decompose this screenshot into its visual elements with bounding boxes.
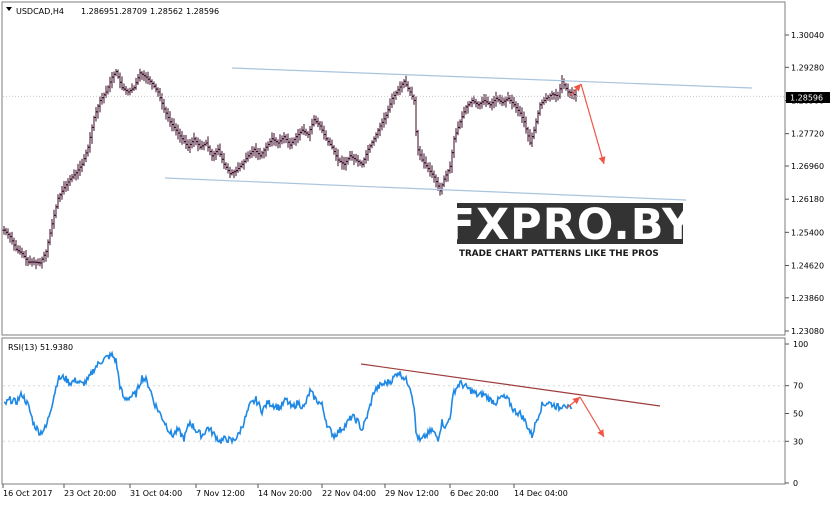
x-tick-label: 16 Oct 2017 — [3, 489, 52, 498]
x-tick-label: 14 Dec 04:00 — [514, 489, 568, 498]
price-y-tick-label: 1.30040 — [791, 31, 824, 40]
rsi-y-tick-label: 70 — [793, 382, 803, 391]
price-y-tick-label: 1.23080 — [791, 327, 824, 336]
ohlc-open: 1.28695 — [81, 7, 114, 16]
price-panel-frame — [1, 1, 786, 336]
ohlc-low: 1.28562 — [150, 7, 183, 16]
price-y-tick-label: 1.29280 — [791, 63, 824, 72]
price-y-axis: 1.300401.292801.285001.277201.269601.261… — [785, 31, 824, 336]
x-tick-label: 23 Oct 20:00 — [64, 489, 116, 498]
rsi-label: RSI(13) 51.9380 — [8, 343, 73, 352]
price-y-tick-label: 1.26960 — [791, 162, 824, 171]
rsi-y-tick-label: 100 — [793, 340, 808, 349]
price-y-tick-label: 1.27720 — [791, 130, 824, 139]
price-y-tick-label: 1.25400 — [791, 228, 824, 237]
x-tick-label: 6 Dec 20:00 — [450, 489, 499, 498]
rsi-y-axis: 100 70 50 30 0 — [785, 340, 808, 488]
watermark-main: FXPRO.BY — [446, 200, 695, 250]
rsi-y-tick-label: 0 — [793, 479, 798, 488]
chart-svg: 1.300401.292801.285001.277201.269601.261… — [1, 1, 830, 498]
price-y-tick-label: 1.26180 — [791, 195, 824, 204]
watermark-tagline: TRADE CHART PATTERNS LIKE THE PROS — [459, 249, 659, 259]
rsi-panel-frame — [1, 337, 786, 485]
x-tick-label: 7 Nov 12:00 — [196, 489, 245, 498]
rsi-y-tick-label: 50 — [793, 410, 803, 419]
x-tick-label: 31 Oct 04:00 — [130, 489, 182, 498]
symbol-label: USDCAD,H4 — [16, 7, 64, 16]
ohlc-close: 1.28596 — [186, 7, 219, 16]
watermark-logo: FXPRO.BY TRADE CHART PATTERNS LIKE THE P… — [446, 200, 695, 259]
price-y-tick-label: 1.23860 — [791, 294, 824, 303]
x-tick-label: 22 Nov 04:00 — [322, 489, 376, 498]
x-tick-label: 14 Nov 20:00 — [258, 489, 312, 498]
rsi-y-tick-label: 30 — [793, 437, 803, 446]
chart-root: 1.300401.292801.285001.277201.269601.261… — [0, 0, 831, 504]
current-price-label: 1.28596 — [790, 94, 823, 103]
x-tick-label: 29 Nov 12:00 — [385, 489, 439, 498]
x-axis: 16 Oct 2017 23 Oct 20:00 31 Oct 04:00 7 Nov… — [2, 484, 568, 498]
ohlc-high: 1.28709 — [114, 7, 147, 16]
price-y-tick-label: 1.24620 — [791, 262, 824, 271]
